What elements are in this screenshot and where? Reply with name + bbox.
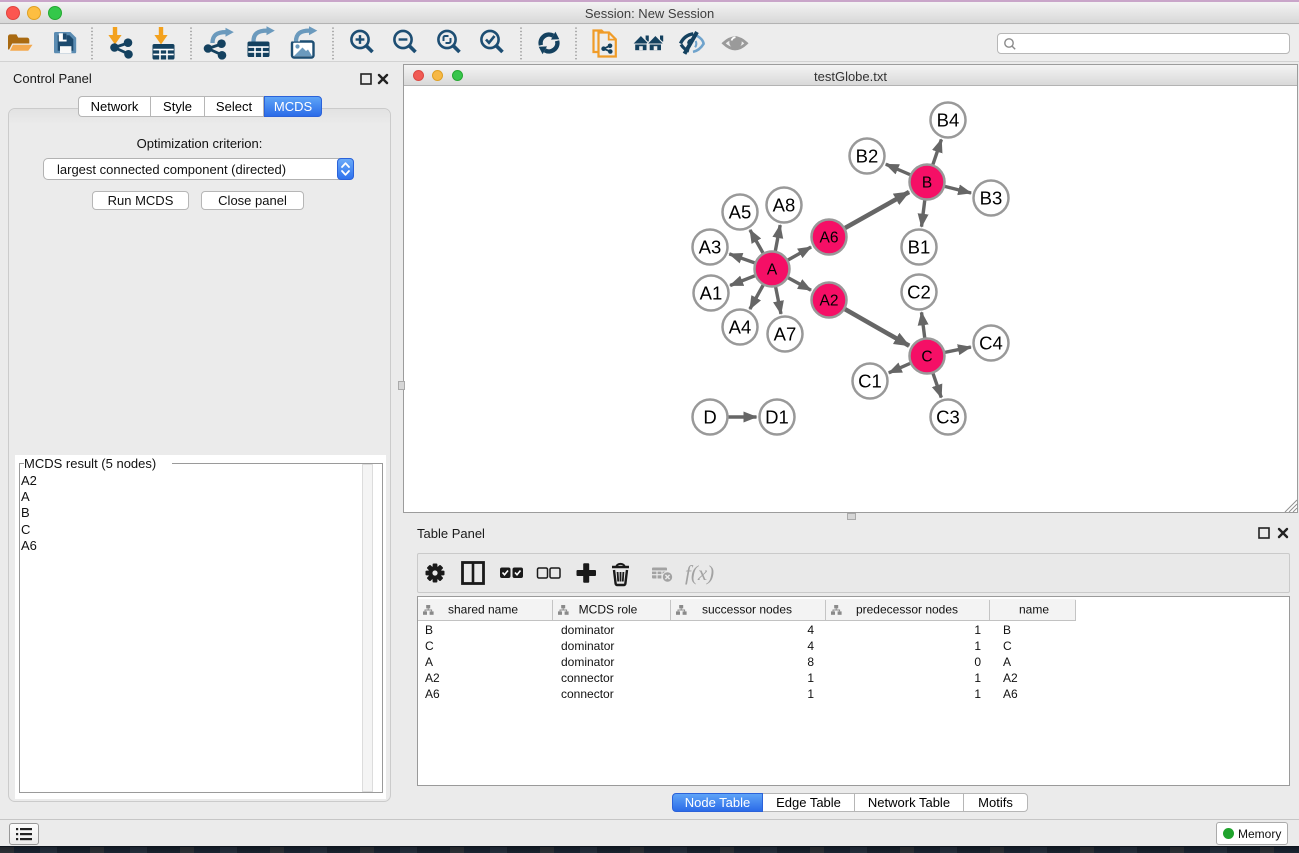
svg-text:name: name [1019,603,1049,617]
svg-text:D1: D1 [765,407,789,428]
svg-text:shared name: shared name [448,603,518,617]
svg-text:C2: C2 [907,282,931,303]
svg-text:B3: B3 [980,188,1003,209]
svg-text:predecessor nodes: predecessor nodes [856,603,958,617]
svg-text:A2: A2 [820,293,839,310]
svg-text:A5: A5 [729,202,752,223]
svg-text:A8: A8 [773,195,796,216]
svg-text:C4: C4 [979,333,1003,354]
svg-text:C: C [921,349,932,366]
svg-text:C3: C3 [936,407,960,428]
svg-text:B: B [922,175,932,192]
svg-text:A7: A7 [774,324,797,345]
svg-text:A3: A3 [699,237,722,258]
svg-text:A6: A6 [820,230,839,247]
svg-text:A4: A4 [729,317,752,338]
svg-text:D: D [703,407,716,428]
svg-text:B1: B1 [908,237,931,258]
svg-text:B2: B2 [856,146,879,167]
svg-text:B4: B4 [937,110,960,131]
svg-text:C1: C1 [858,371,882,392]
svg-text:f(x): f(x) [685,561,714,585]
svg-text:A1: A1 [700,283,723,304]
svg-text:A: A [767,262,778,279]
svg-text:MCDS role: MCDS role [579,603,638,617]
svg-text:successor nodes: successor nodes [702,603,792,617]
